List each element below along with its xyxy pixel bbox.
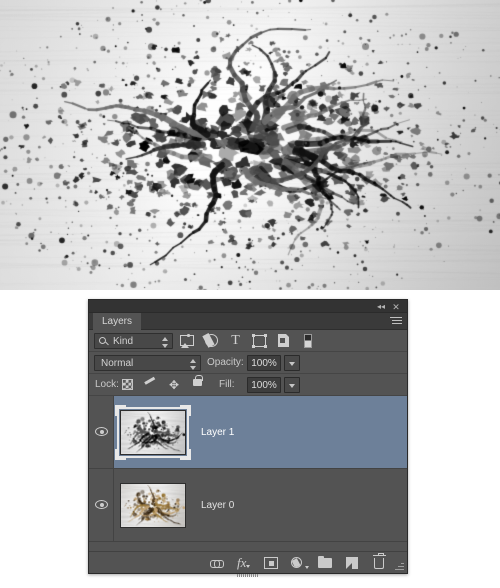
- lock-transparent-pixels-icon[interactable]: [121, 377, 135, 392]
- checkerboard-icon: [122, 379, 133, 390]
- layer-filter-row: Kind T: [89, 330, 407, 352]
- layer-name[interactable]: Layer 1: [201, 427, 234, 438]
- add-layer-style-icon[interactable]: fx: [236, 555, 252, 571]
- visibility-cell: [89, 469, 114, 541]
- smart-object-icon: [278, 333, 290, 347]
- panel-titlebar: ◂◂ ✕: [89, 300, 407, 313]
- mask-rectangle-icon: [264, 557, 278, 569]
- page-icon: [346, 557, 358, 569]
- lock-buttons: ✥: [121, 375, 204, 392]
- type-layer-filter-icon[interactable]: T: [227, 332, 244, 349]
- fill-label: Fill:: [219, 379, 235, 390]
- collapse-panel-icon[interactable]: ◂◂: [375, 302, 387, 312]
- close-panel-icon[interactable]: ✕: [390, 302, 402, 312]
- eye-pupil: [99, 502, 104, 507]
- panel-tab-strip: Layers: [89, 313, 407, 330]
- menu-line: [392, 320, 402, 321]
- lock-row: Lock: ✥ Fill: 100%: [89, 374, 407, 396]
- opacity-slider-toggle[interactable]: [284, 355, 300, 371]
- chevron-updown-icon: [190, 359, 197, 370]
- pixel-layer-filter-icon[interactable]: [179, 332, 196, 349]
- chevron-updown-icon: [162, 337, 169, 348]
- folder-icon: [318, 555, 332, 568]
- filter-kind-value: Kind: [113, 336, 134, 347]
- blend-mode-row: Normal Opacity: 100%: [89, 352, 407, 374]
- layers-panel: ◂◂ ✕ Layers Kind T Normal Opacity: 100% …: [88, 299, 408, 577]
- brush-icon: [144, 380, 158, 389]
- menu-line: [392, 323, 402, 324]
- visibility-cell: [89, 396, 114, 468]
- tab-layers[interactable]: Layers: [93, 313, 142, 330]
- filter-type-icons: T: [179, 332, 316, 349]
- smart-object-filter-icon[interactable]: [275, 332, 292, 349]
- resize-grip[interactable]: [395, 561, 404, 570]
- menu-line: [390, 317, 402, 318]
- layer-thumbnail[interactable]: [120, 483, 186, 528]
- eye-icon[interactable]: [95, 500, 108, 509]
- layers-panel-footer: fx: [89, 551, 407, 573]
- image-icon: [180, 335, 194, 346]
- lock-label: Lock:: [95, 379, 119, 390]
- delete-layer-icon[interactable]: [371, 553, 387, 571]
- artwork-canvas-area: [0, 0, 500, 290]
- opacity-label: Opacity:: [207, 357, 244, 368]
- layer-mask-filter-icon[interactable]: [299, 332, 316, 349]
- opacity-input[interactable]: 100%: [247, 355, 281, 371]
- lock-image-pixels-icon[interactable]: [144, 377, 158, 392]
- new-adjustment-layer-icon[interactable]: [290, 555, 309, 571]
- filter-kind-select[interactable]: Kind: [94, 333, 173, 349]
- eye-pupil: [99, 429, 104, 434]
- layer-thumbnail-image: [120, 483, 186, 528]
- eye-icon[interactable]: [95, 427, 108, 436]
- footer-button-group: fx: [209, 553, 387, 571]
- blend-mode-value: Normal: [101, 358, 134, 369]
- layer-thumbnail-selected[interactable]: [115, 405, 191, 460]
- fill-slider-toggle[interactable]: [284, 377, 300, 393]
- adjustment-layer-filter-icon[interactable]: [203, 332, 220, 349]
- panel-dock-grip[interactable]: [237, 574, 259, 577]
- add-layer-mask-icon[interactable]: [263, 555, 279, 571]
- chevron-down-icon: [305, 566, 309, 569]
- panel-menu-icon[interactable]: [388, 317, 402, 327]
- move-arrows-icon: ✥: [168, 378, 180, 392]
- layer-name[interactable]: Layer 0: [201, 500, 234, 511]
- lock-position-icon[interactable]: ✥: [167, 377, 181, 392]
- new-layer-icon[interactable]: [344, 555, 360, 571]
- blend-mode-select[interactable]: Normal: [94, 355, 201, 371]
- shape-icon: [252, 334, 267, 348]
- layer-thumbnail-image: [120, 410, 186, 455]
- shape-layer-filter-icon[interactable]: [251, 332, 268, 349]
- half-circle-icon: [291, 557, 302, 568]
- fill-input[interactable]: 100%: [247, 377, 281, 393]
- link-layers-icon[interactable]: [209, 555, 225, 571]
- chain-link-icon: [210, 560, 224, 568]
- lock-all-icon[interactable]: [190, 375, 204, 392]
- fx-icon: fx: [237, 555, 251, 570]
- new-group-icon[interactable]: [317, 555, 333, 571]
- splatter-artwork-image: [0, 0, 500, 290]
- mask-icon: [304, 334, 312, 348]
- table-row[interactable]: Layer 1: [89, 396, 407, 469]
- table-row[interactable]: Layer 0: [89, 469, 407, 542]
- search-icon: [99, 337, 106, 344]
- layers-list: Layer 1 Layer 0: [89, 396, 407, 553]
- half-circle-icon: [205, 334, 218, 347]
- trash-icon: [372, 553, 386, 569]
- padlock-icon: [193, 375, 203, 386]
